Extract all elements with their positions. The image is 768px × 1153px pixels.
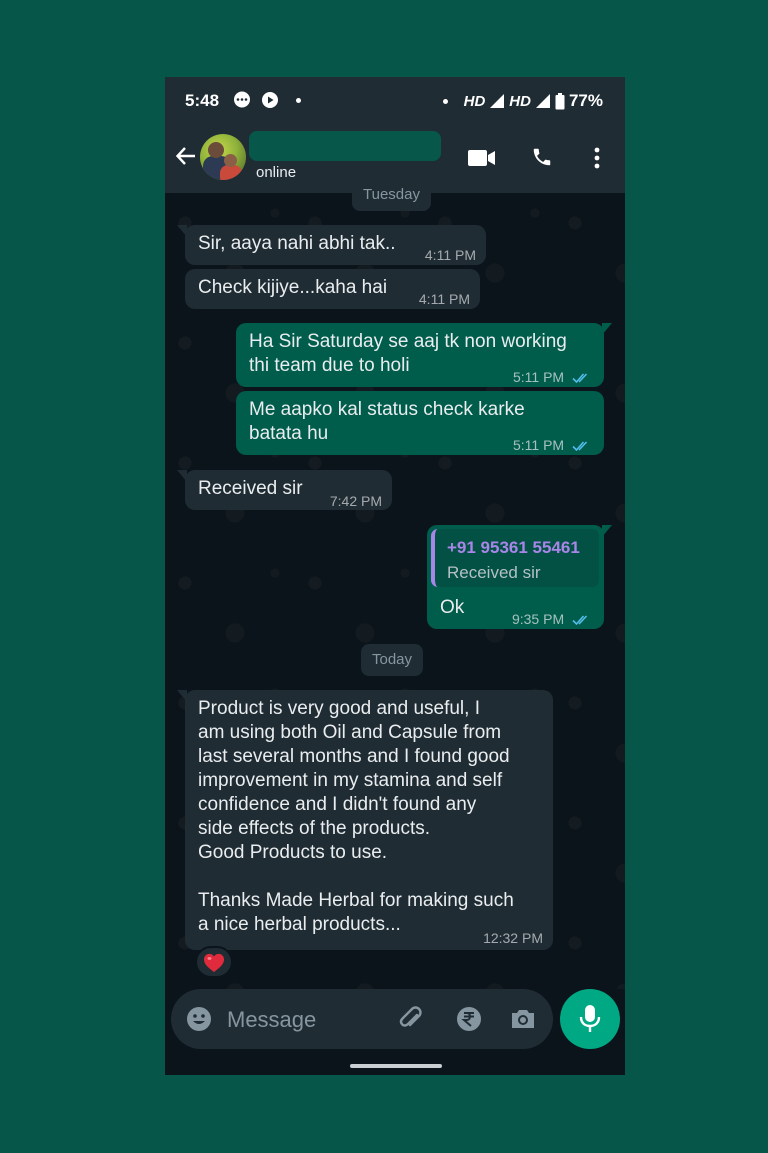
payment-rupee-icon[interactable]	[455, 1005, 483, 1033]
message-time: 7:42 PM	[329, 493, 382, 509]
more-options-icon[interactable]	[593, 147, 601, 169]
date-label: Today	[372, 651, 413, 668]
voice-call-icon[interactable]	[531, 146, 553, 168]
contact-status: online	[256, 164, 297, 181]
quoted-text: Received sir	[447, 563, 541, 582]
contact-name-redacted[interactable]	[249, 131, 441, 161]
message-incoming[interactable]: Product is very good and useful, I am us…	[177, 690, 553, 950]
voice-message-button[interactable]	[560, 989, 620, 1049]
notification-dot	[442, 98, 448, 104]
message-meta: 5:11 PM	[513, 365, 592, 389]
message-time: 5:11 PM	[513, 437, 565, 453]
message-text: Product is very good and useful, I am us…	[198, 698, 514, 935]
message-meta: 9:35 PM	[512, 607, 592, 631]
back-arrow-icon[interactable]	[175, 145, 197, 167]
message-outgoing[interactable]: Me aapko kal status check karke batata h…	[236, 391, 604, 455]
message-text: Sir, aaya nahi abhi tak..	[198, 233, 396, 254]
date-chip: Tuesday	[352, 179, 431, 211]
message-meta: 5:11 PM	[513, 433, 592, 457]
camera-icon[interactable]	[509, 1005, 537, 1033]
date-label: Tuesday	[363, 186, 420, 203]
heart-icon	[204, 953, 224, 973]
message-placeholder: Message	[227, 1007, 317, 1032]
message-time: 5:11 PM	[513, 369, 565, 385]
message-incoming[interactable]: Sir, aaya nahi abhi tak.. 4:11 PM	[177, 225, 486, 265]
message-outgoing[interactable]: Ha Sir Saturday se aaj tk non working th…	[236, 323, 612, 389]
network-label: HD	[509, 92, 531, 110]
message-incoming[interactable]: Check kijiye...kaha hai 4:11 PM	[185, 269, 480, 309]
message-time: 4:11 PM	[418, 291, 470, 307]
message-time: 4:11 PM	[424, 247, 476, 263]
avatar[interactable]	[200, 134, 246, 180]
message-time: 9:35 PM	[511, 611, 565, 627]
message-input[interactable]: Message	[171, 989, 553, 1049]
composer-bar: Message	[165, 989, 625, 1075]
status-time: 5:48	[185, 91, 220, 110]
read-ticks-icon	[572, 373, 588, 384]
status-indicators: HD HD 77%	[442, 91, 603, 111]
battery-percent: 77%	[568, 91, 603, 110]
message-text: Ok	[440, 597, 465, 618]
signal-icon	[490, 94, 505, 108]
status-bar: 5:48 HD HD 77%	[165, 77, 625, 123]
microphone-icon	[579, 1005, 601, 1032]
video-call-icon[interactable]	[468, 149, 496, 167]
read-ticks-icon	[572, 615, 588, 626]
message-text: Received sir	[198, 478, 303, 499]
message-outgoing[interactable]: +91 95361 55461 Received sir Ok 9:35 PM	[427, 525, 612, 631]
network-label: HD	[463, 92, 486, 110]
message-text: Check kijiye...kaha hai	[198, 277, 388, 298]
message-incoming[interactable]: Received sir 7:42 PM	[177, 470, 392, 510]
signal-icon	[535, 94, 550, 108]
messages-icon	[234, 91, 250, 108]
home-indicator[interactable]	[350, 1064, 442, 1068]
quoted-message[interactable]: +91 95361 55461 Received sir	[431, 529, 599, 587]
notification-dot	[296, 98, 301, 103]
date-chip: Today	[361, 644, 424, 676]
chat-area[interactable]: Tuesday Sir, aaya nahi abhi tak.. 4:11 P…	[165, 179, 625, 989]
phone-screen: 5:48 HD HD 77% online Tuesday Sir, aaya …	[165, 77, 625, 1075]
quoted-sender: +91 95361 55461	[447, 538, 580, 557]
read-ticks-icon	[572, 441, 588, 452]
message-time: 12:32 PM	[483, 930, 543, 946]
attach-icon[interactable]	[397, 1005, 425, 1033]
youtube-icon	[262, 92, 278, 108]
message-text: Me aapko kal status check karke batata h…	[249, 399, 525, 444]
emoji-icon[interactable]	[185, 1005, 213, 1033]
reaction-heart[interactable]	[195, 946, 233, 978]
battery-icon	[555, 92, 565, 109]
